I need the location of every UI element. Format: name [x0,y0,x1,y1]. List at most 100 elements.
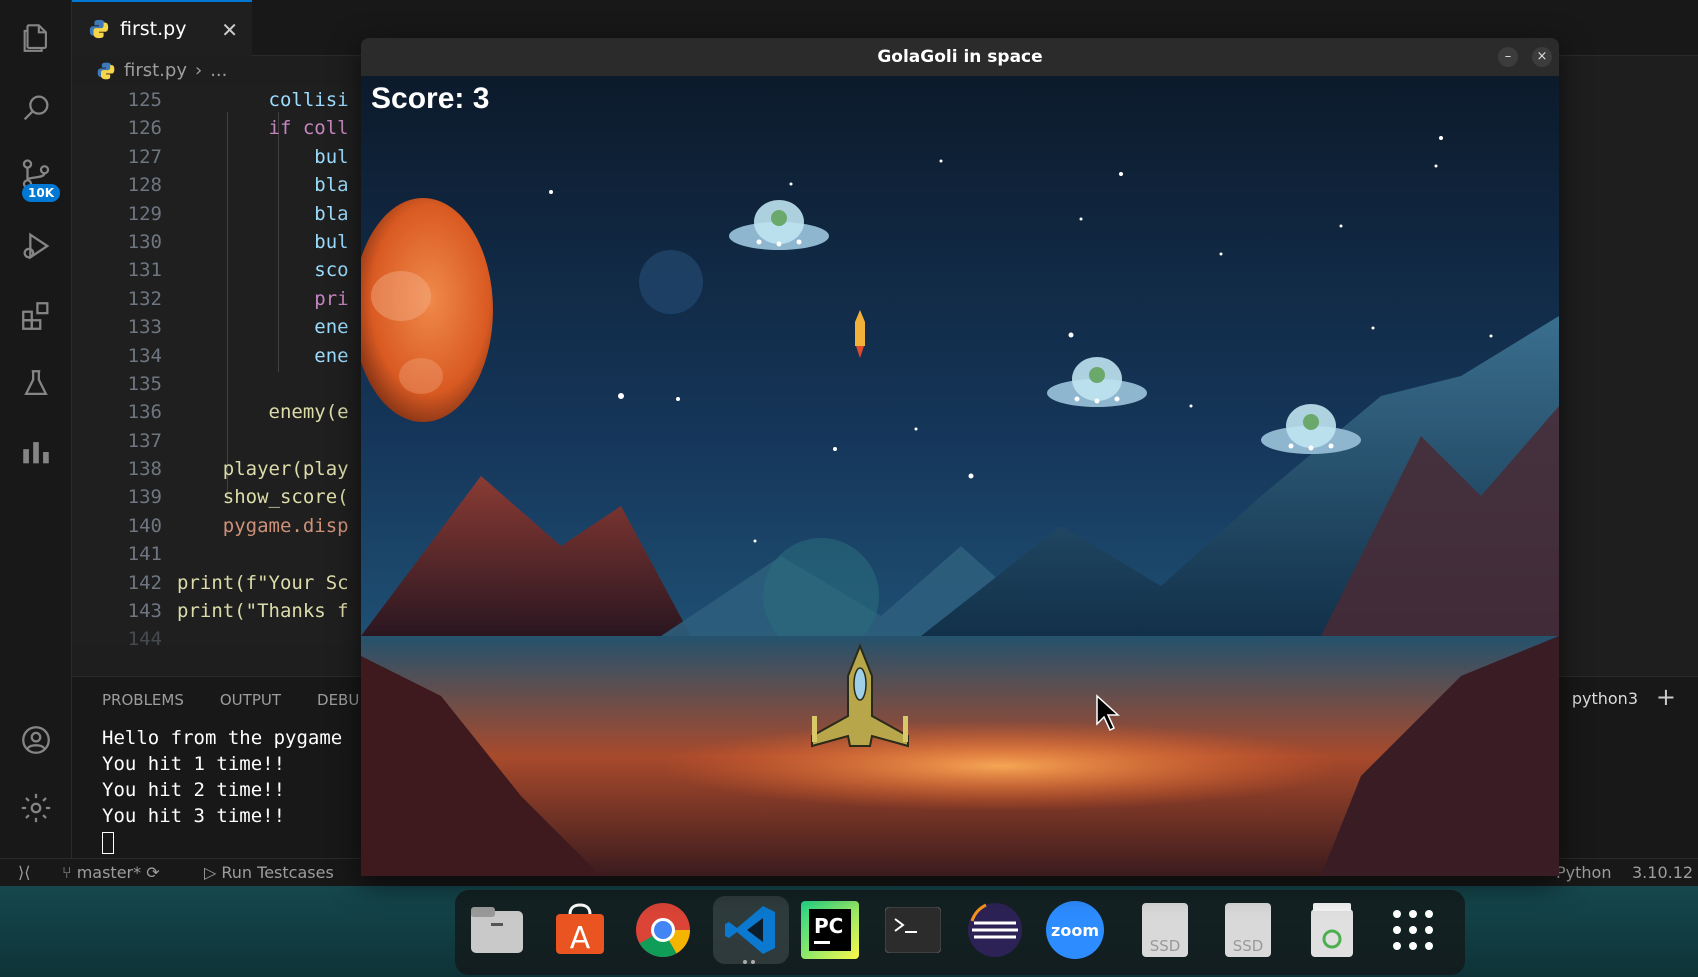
close-tab-icon[interactable]: ✕ [221,18,238,42]
terminal-shell-label[interactable]: python3 [1572,689,1638,708]
code-line: print("Thanks f [177,600,349,623]
line-number: 133 [127,316,162,339]
code-line: pygame.disp [177,514,349,537]
code-line: if coll [177,117,349,140]
line-number: 126 [127,117,162,140]
trash-icon[interactable] [1302,900,1362,960]
line-number: 137 [127,429,162,452]
files-icon[interactable] [467,900,527,960]
line-number: 143 [127,600,162,623]
line-number: 130 [127,230,162,253]
ssd-label-2: SSD [1233,937,1264,955]
code-editor[interactable]: 125 126 127 128 129 130 131 132 133 134 135 136 137 1… [72,86,362,650]
run-testcases-label: Run Testcases [221,863,334,882]
ssd-label: SSD [1150,937,1181,955]
panel-tab-debu[interactable]: DEBU [317,691,359,709]
terminal-line: Hello from the pygame [102,727,343,749]
gear-icon[interactable] [16,788,56,828]
new-terminal-button[interactable]: + [1656,683,1676,711]
extensions-icon[interactable] [16,296,56,336]
code-line: print(f"Your Sc [177,571,349,594]
code-line: bul [177,230,349,253]
line-number: 141 [127,543,162,566]
panel-tab-problems[interactable]: PROBLEMS [102,691,184,709]
lava-glow [661,721,1341,811]
chrome-icon[interactable] [633,900,693,960]
tab-first-py[interactable]: first.py ✕ [72,0,252,56]
line-number: 142 [127,571,162,594]
line-number: 136 [127,401,162,424]
breadcrumb[interactable]: first.py › ... [96,60,227,81]
line-number: 128 [127,174,162,197]
code-line: bla [177,202,349,225]
terminal-output[interactable]: Hello from the pygame You hit 1 time!! You… [102,725,342,855]
line-number: 127 [127,145,162,168]
branch-indicator[interactable]: ⑂ master* ⟳ [62,863,160,882]
svg-text:A: A [570,921,591,956]
branch-name: master* [76,863,142,882]
game-canvas[interactable] [361,76,1559,876]
panel-tabs: PROBLEMS OUTPUT DEBU [102,691,359,709]
terminal-line: You hit 2 time!! [102,779,286,801]
game-window-title[interactable]: GolaGoli in space [361,38,1559,76]
zoom-icon[interactable]: zoom [1045,900,1105,960]
source-control-badge: 10K [22,184,60,202]
run-debug-icon[interactable] [16,226,56,266]
run-testcases-button[interactable]: ▷ Run Testcases [204,863,334,882]
terminal-cursor [102,831,114,854]
chart-icon[interactable] [16,432,56,472]
line-number: 139 [127,486,162,509]
score-display: Score: 3 [371,82,490,115]
ssd-drive-icon-2[interactable]: SSD [1218,900,1278,960]
account-icon[interactable] [16,720,56,760]
line-number: 129 [127,202,162,225]
code-line: bul [177,145,349,168]
code-lines: collisi if coll bul bla bla bul sco pri … [177,86,349,654]
close-window-button[interactable]: × [1532,47,1552,67]
vscode-icon[interactable] [713,896,789,964]
line-number: 132 [127,287,162,310]
desktop: 10K first.py ✕ first.py › ... 125 126 12… [0,0,1698,977]
eclipse-icon[interactable] [965,900,1025,960]
language-mode[interactable]: Python [1556,863,1611,882]
panel-tab-output[interactable]: OUTPUT [220,691,281,709]
minimize-button[interactable]: – [1498,47,1518,67]
code-line: sco [177,259,349,282]
chevron-right-icon: › [194,60,203,81]
line-number: 144 [127,628,162,651]
code-line: collisi [177,89,349,111]
code-line: pri [177,287,349,310]
ssd-drive-icon[interactable]: SSD [1135,900,1195,960]
python-file-icon [89,19,109,39]
pycharm-icon[interactable]: PC [800,900,860,960]
python-version[interactable]: 3.10.12 [1632,863,1693,882]
breadcrumb-more[interactable]: ... [210,60,227,81]
moon [639,250,703,314]
app-grid-icon[interactable] [1383,900,1443,960]
testing-icon[interactable] [16,364,56,404]
pycharm-label: PC [814,914,843,938]
explorer-icon[interactable] [16,18,56,58]
game-window[interactable]: GolaGoli in space – × Score: 3 [361,38,1559,876]
terminal-icon[interactable] [883,900,943,960]
search-icon[interactable] [16,88,56,128]
code-line: ene [177,316,349,339]
line-number: 135 [127,372,162,395]
app-center-icon[interactable]: A [550,900,610,960]
line-number: 134 [127,344,162,367]
line-number: 140 [127,514,162,537]
line-number: 131 [127,259,162,282]
code-line: show_score( [177,486,349,509]
code-line: bla [177,174,349,197]
remote-icon[interactable]: ⟩⟨ [18,863,30,882]
line-number: 138 [127,458,162,481]
code-line: enemy(e [177,401,349,424]
activity-bar: 10K [0,0,72,858]
tab-label: first.py [120,18,187,40]
python-file-icon [97,62,115,79]
terminal-line: You hit 3 time!! [102,805,286,827]
breadcrumb-file[interactable]: first.py [124,60,187,81]
dock: A PC zoom SSD SSD [455,890,1465,975]
